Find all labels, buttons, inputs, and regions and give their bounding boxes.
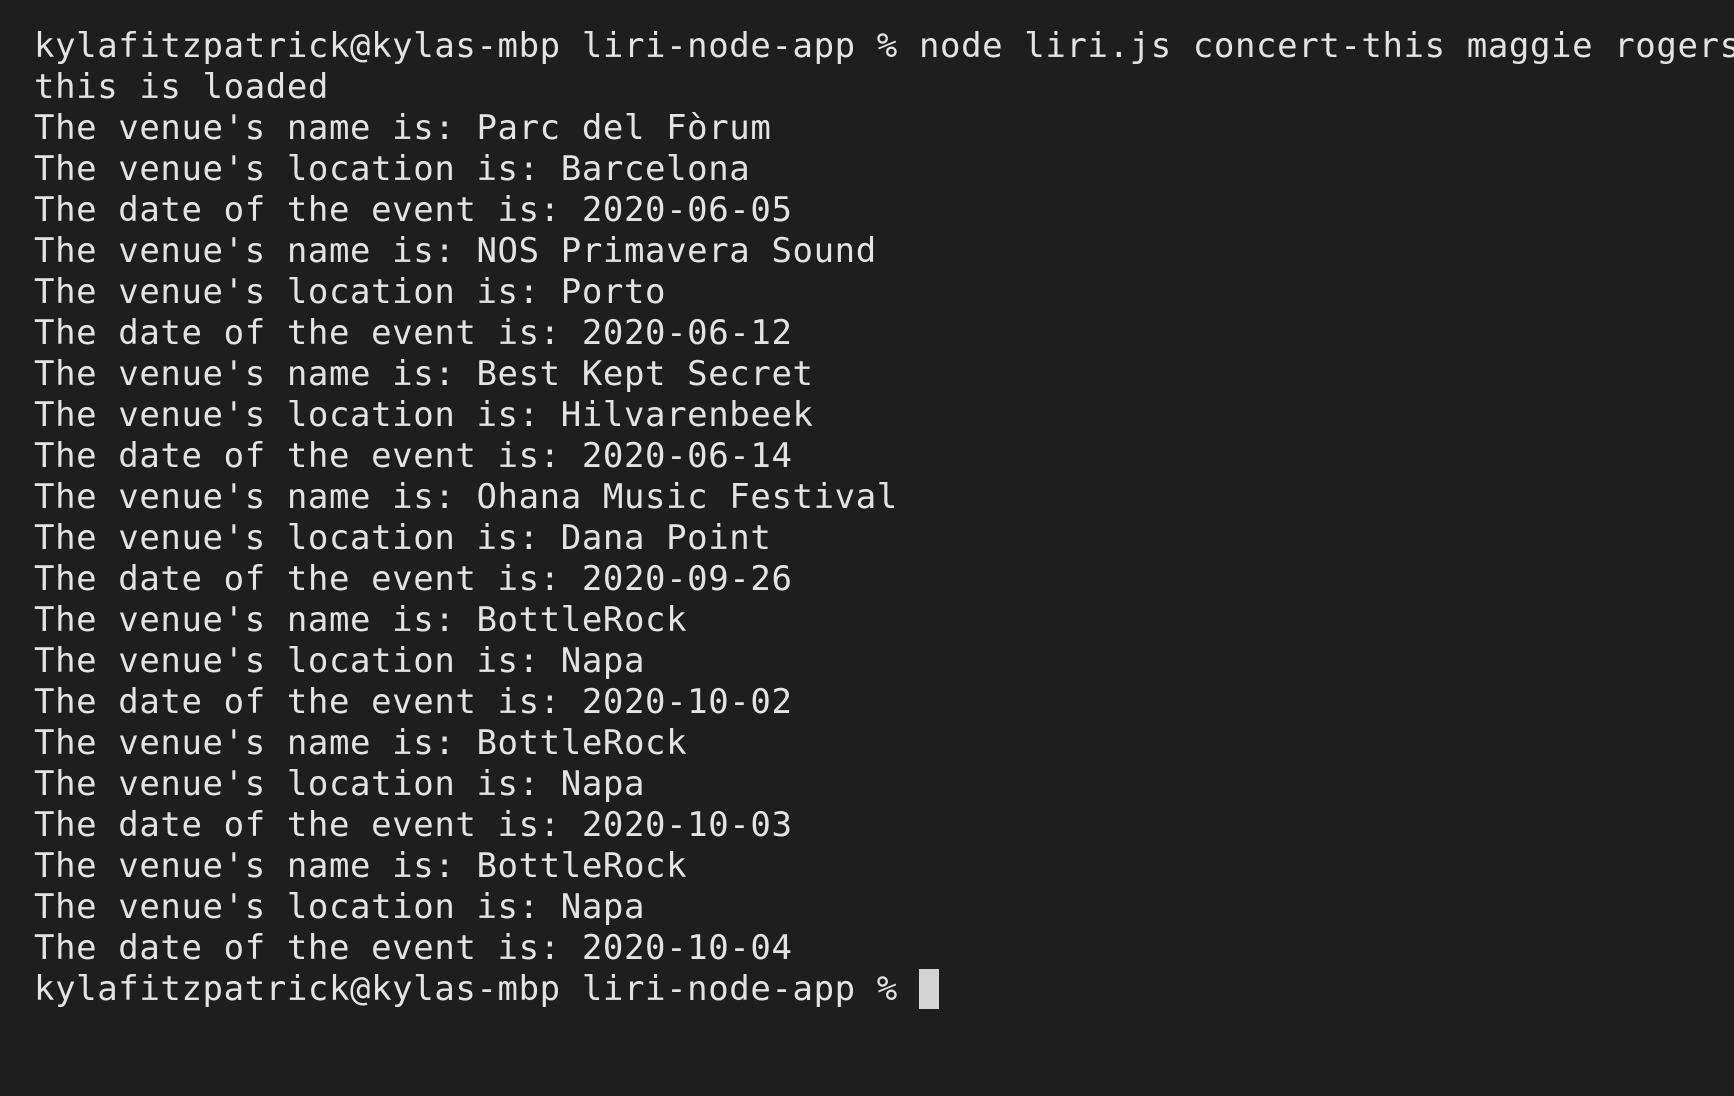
output-line: The venue's name is: BottleRock	[34, 846, 688, 886]
output-line: The date of the event is: 2020-06-14	[34, 436, 793, 476]
output-line: The venue's name is: Parc del Fòrum	[34, 108, 772, 148]
text-cursor[interactable]	[918, 969, 939, 1009]
output-line: The venue's location is: Hilvarenbeek	[34, 395, 814, 435]
command-line: kylafitzpatrick@kylas-mbp liri-node-app …	[34, 26, 1734, 67]
output-line: The venue's location is: Barcelona	[34, 149, 751, 189]
output-line: The venue's name is: BottleRock	[34, 723, 688, 763]
output-line: The venue's location is: Napa	[34, 887, 646, 927]
output-line: The venue's name is: Ohana Music Festiva…	[34, 477, 898, 517]
final-prompt-line[interactable]: kylafitzpatrick@kylas-mbp liri-node-app …	[34, 969, 1734, 1010]
output-line: The venue's name is: BottleRock	[34, 600, 688, 640]
output-line: The venue's location is: Porto	[34, 272, 667, 312]
shell-prompt: kylafitzpatrick@kylas-mbp liri-node-app …	[34, 969, 919, 1009]
output-line: The date of the event is: 2020-10-02	[34, 682, 793, 722]
output-line: The venue's location is: Napa	[34, 764, 646, 804]
output-line: this is loaded	[34, 67, 329, 107]
output-line: The date of the event is: 2020-09-26	[34, 559, 793, 599]
shell-prompt: kylafitzpatrick@kylas-mbp liri-node-app …	[34, 26, 919, 66]
output-line: The date of the event is: 2020-06-12	[34, 313, 793, 353]
command-text: node liri.js concert-this maggie rogers	[918, 26, 1734, 66]
output-line: The venue's name is: Best Kept Secret	[34, 354, 814, 394]
output-line: The date of the event is: 2020-10-04	[34, 928, 793, 968]
output-line: The venue's location is: Napa	[34, 641, 646, 681]
terminal-window[interactable]: kylafitzpatrick@kylas-mbp liri-node-app …	[0, 0, 1734, 1096]
output-line: The venue's location is: Dana Point	[34, 518, 772, 558]
output-line: The venue's name is: NOS Primavera Sound	[34, 231, 877, 271]
output-line: The date of the event is: 2020-06-05	[34, 190, 793, 230]
output-line: The date of the event is: 2020-10-03	[34, 805, 793, 845]
